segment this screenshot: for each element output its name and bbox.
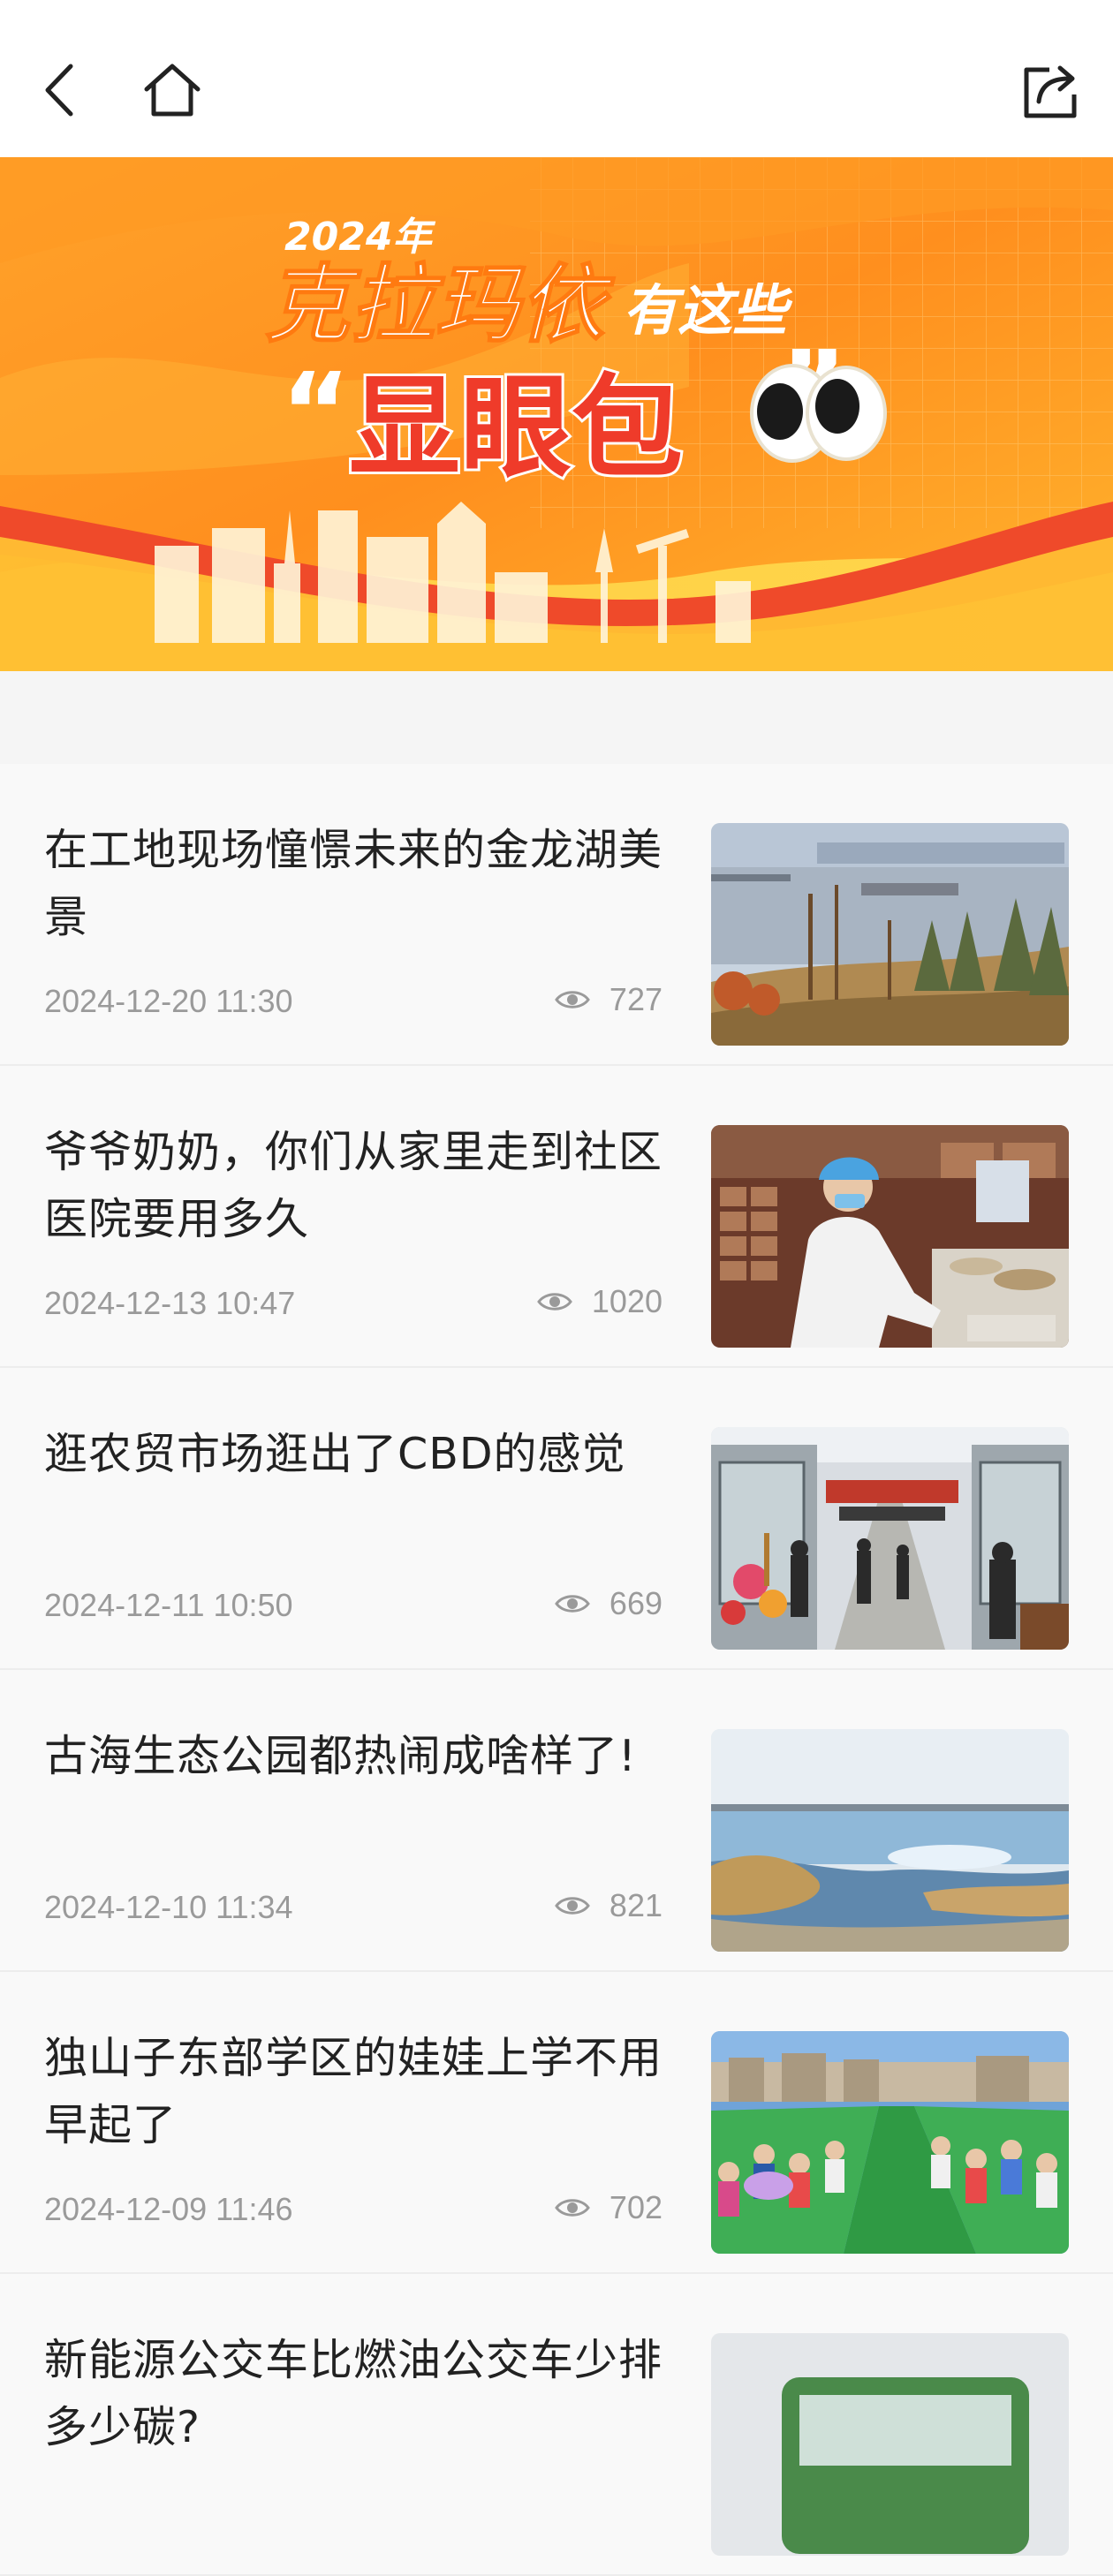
home-button[interactable] — [137, 55, 208, 125]
news-title[interactable]: 在工地现场憧憬未来的金龙湖美景 — [44, 817, 671, 951]
share-icon — [1024, 65, 1077, 118]
view-count: 1020 — [537, 1283, 662, 1320]
news-item[interactable]: 逛农贸市场逛出了CBD的感觉 2024-12-11 10:50 669 — [0, 1368, 1113, 1670]
view-count-value: 669 — [609, 1585, 662, 1621]
eye-icon — [537, 1293, 572, 1311]
promo-banner[interactable]: 2024年 克拉玛依 有这些 “ 显眼包 ” — [0, 157, 1113, 671]
eye-icon — [555, 1595, 590, 1613]
wetland-image — [711, 1729, 1069, 1952]
view-count-value: 821 — [609, 1887, 662, 1923]
eye-icon — [555, 2199, 590, 2217]
news-list: 在工地现场憧憬未来的金龙湖美景 2024-12-20 11:30 727 爷爷奶… — [0, 764, 1113, 2576]
view-count-value: 702 — [609, 2189, 662, 2225]
lake-landscape-image — [711, 823, 1069, 1046]
bus-image — [711, 2333, 1069, 2556]
news-date: 2024-12-20 11:30 — [44, 983, 293, 1019]
view-count: 821 — [555, 1887, 662, 1924]
market-image — [711, 1427, 1069, 1650]
news-item[interactable]: 新能源公交车比燃油公交车少排多少碳? — [0, 2274, 1113, 2576]
news-thumbnail[interactable] — [711, 2333, 1069, 2556]
news-title[interactable]: 独山子东部学区的娃娃上学不用早起了 — [44, 2025, 671, 2159]
pharmacy-image — [711, 1125, 1069, 1348]
banner-year: 2024年 — [284, 215, 435, 260]
banner-highlight: 显眼包 — [349, 363, 683, 493]
view-count-value: 1020 — [591, 1283, 662, 1319]
news-item[interactable]: 爷爷奶奶，你们从家里走到社区医院要用多久 2024-12-13 10:47 10… — [0, 1066, 1113, 1368]
news-date: 2024-12-09 11:46 — [44, 2191, 293, 2227]
share-button[interactable] — [1016, 55, 1086, 125]
banner-title-suffix: 有这些 — [623, 278, 793, 343]
news-thumbnail[interactable] — [711, 2031, 1069, 2254]
view-count: 669 — [555, 1585, 662, 1622]
news-thumbnail[interactable] — [711, 1125, 1069, 1348]
news-item[interactable]: 独山子东部学区的娃娃上学不用早起了 2024-12-09 11:46 702 — [0, 1972, 1113, 2274]
news-item[interactable]: 古海生态公园都热闹成啥样了! 2024-12-10 11:34 821 — [0, 1670, 1113, 1972]
news-title[interactable]: 爷爷奶奶，你们从家里走到社区医院要用多久 — [44, 1119, 671, 1253]
news-date: 2024-12-11 10:50 — [44, 1587, 293, 1623]
top-navigation-bar — [0, 0, 1113, 157]
news-title[interactable]: 逛农贸市场逛出了CBD的感觉 — [44, 1421, 671, 1488]
news-title[interactable]: 古海生态公园都热闹成啥样了! — [44, 1723, 671, 1790]
news-item[interactable]: 在工地现场憧憬未来的金龙湖美景 2024-12-20 11:30 727 — [0, 764, 1113, 1066]
view-count: 702 — [555, 2189, 662, 2226]
chevron-left-icon — [45, 64, 73, 117]
banner-open-quote: “ — [281, 351, 351, 474]
news-thumbnail[interactable] — [711, 823, 1069, 1046]
news-thumbnail[interactable] — [711, 1427, 1069, 1650]
home-icon — [144, 64, 201, 117]
banner-graphic: 2024年 克拉玛依 有这些 “ 显眼包 ” — [0, 157, 1113, 671]
googly-eyes-icon — [750, 364, 887, 463]
eye-icon — [555, 991, 590, 1008]
news-date: 2024-12-10 11:34 — [44, 1889, 293, 1925]
eye-icon — [555, 1897, 590, 1915]
news-thumbnail[interactable] — [711, 1729, 1069, 1952]
view-count: 727 — [555, 981, 662, 1018]
news-title[interactable]: 新能源公交车比燃油公交车少排多少碳? — [44, 2327, 671, 2461]
back-button[interactable] — [26, 55, 97, 125]
school-children-image — [711, 2031, 1069, 2254]
banner-title-main: 克拉玛依 — [265, 255, 616, 354]
view-count-value: 727 — [609, 981, 662, 1017]
section-divider — [0, 671, 1113, 766]
news-date: 2024-12-13 10:47 — [44, 1285, 296, 1321]
